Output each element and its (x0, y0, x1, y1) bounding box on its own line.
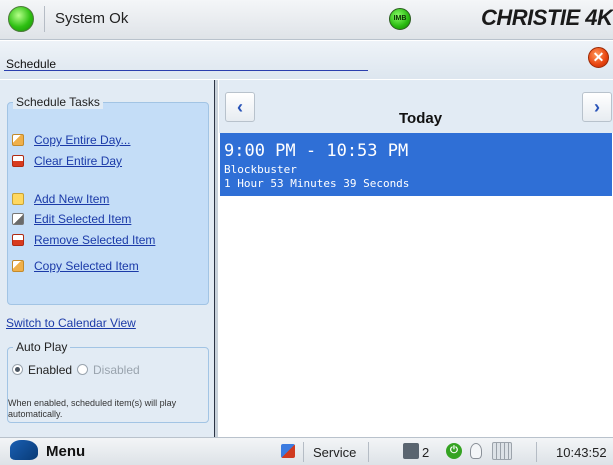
auto-play-disabled-radio[interactable]: Disabled (77, 363, 140, 377)
top-status-bar: System Ok IMB CHRISTIE 4K (0, 0, 613, 40)
schedule-events-list: 9:00 PM - 10:53 PM Blockbuster 1 Hour 53… (219, 133, 613, 437)
item-time-range: 9:00 PM - 10:53 PM (224, 141, 409, 161)
power-icon[interactable]: ⏻ (446, 443, 462, 459)
radio-label: Enabled (28, 363, 73, 377)
brand-logo: CHRISTIE 4K (481, 5, 613, 30)
auto-play-enabled-radio[interactable]: Enabled (12, 363, 72, 377)
close-button[interactable]: ✕ (588, 47, 609, 68)
add-icon (12, 193, 24, 205)
divider (44, 6, 45, 32)
schedule-tasks-title: Schedule Tasks (13, 95, 103, 109)
previous-day-button[interactable]: ‹ (225, 92, 255, 122)
bottom-status-bar: Menu Service 2 ⏻ 10:43:52 (0, 437, 613, 465)
clear-icon (12, 155, 24, 167)
page-header: Schedule (0, 41, 613, 79)
next-day-button[interactable]: › (582, 92, 612, 122)
system-status-text: System Ok (55, 10, 129, 27)
item-title: Blockbuster (224, 163, 297, 176)
radio-selected-icon (12, 364, 23, 375)
page-title: Schedule (6, 57, 57, 71)
menu-button[interactable]: Menu (10, 440, 85, 464)
device-count: 2 (422, 445, 430, 460)
divider (536, 442, 537, 462)
task-label: Clear Entire Day (34, 154, 123, 168)
switch-to-calendar-view-link[interactable]: Switch to Calendar View (6, 316, 136, 330)
task-label: Copy Entire Day... (34, 133, 131, 147)
panel-splitter[interactable] (214, 80, 218, 437)
projector-icon (10, 440, 38, 460)
title-underline (4, 70, 368, 71)
clear-entire-day-link[interactable]: Clear Entire Day (12, 154, 122, 168)
radio-unselected-icon (77, 364, 88, 375)
day-label: Today (399, 110, 443, 127)
task-label: Add New Item (34, 192, 110, 206)
edit-icon (12, 213, 24, 225)
copy-entire-day-link[interactable]: Copy Entire Day... (12, 133, 130, 147)
copy-selected-item-link[interactable]: Copy Selected Item (12, 259, 139, 273)
clock: 10:43:52 (556, 445, 607, 460)
service-button[interactable]: Service (313, 445, 356, 460)
copy-icon (12, 260, 24, 272)
remove-icon (12, 234, 24, 246)
item-duration: 1 Hour 53 Minutes 39 Seconds (224, 177, 410, 190)
left-panel: Schedule Tasks Copy Entire Day... Clear … (0, 80, 214, 437)
service-icon (281, 444, 295, 458)
task-label: Remove Selected Item (34, 233, 156, 247)
device-count-icon (403, 443, 419, 459)
status-ok-icon (8, 6, 34, 32)
imb-status-icon[interactable]: IMB (389, 8, 411, 30)
radio-label: Disabled (93, 363, 140, 377)
lamp-icon[interactable] (470, 443, 482, 459)
day-navigation-bar: ‹ Today › (219, 80, 613, 133)
add-new-item-link[interactable]: Add New Item (12, 192, 109, 206)
remove-selected-item-link[interactable]: Remove Selected Item (12, 233, 155, 247)
edit-selected-item-link[interactable]: Edit Selected Item (12, 212, 131, 226)
auto-play-note: When enabled, scheduled item(s) will pla… (8, 398, 177, 419)
copy-icon (12, 134, 24, 146)
menu-label: Menu (46, 443, 86, 460)
schedule-item[interactable]: 9:00 PM - 10:53 PM Blockbuster 1 Hour 53… (220, 133, 612, 196)
network-icon[interactable] (492, 442, 512, 460)
task-label: Copy Selected Item (34, 259, 139, 273)
auto-play-title: Auto Play (13, 340, 71, 354)
divider (368, 442, 369, 462)
task-label: Edit Selected Item (34, 212, 132, 226)
divider (303, 442, 304, 462)
